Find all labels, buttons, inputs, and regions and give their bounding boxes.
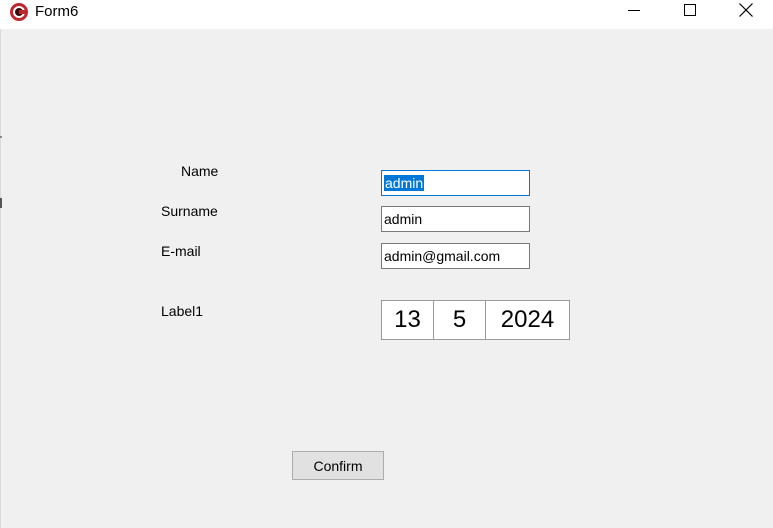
minimize-icon (627, 3, 640, 21)
name-label: Name (181, 163, 219, 179)
window-title: Form6 (35, 3, 79, 20)
surname-label: Surname (161, 203, 218, 219)
maximize-icon (683, 3, 696, 21)
name-field[interactable]: admin (381, 170, 530, 196)
date-year-field[interactable]: 2024 (486, 300, 570, 340)
email-field-value: admin@gmail.com (384, 248, 501, 264)
name-field-value: admin (384, 175, 425, 191)
app-logo-icon (9, 2, 29, 22)
surname-field-value: admin (384, 211, 423, 227)
date-month-field[interactable]: 5 (434, 300, 486, 340)
edge-marker (0, 198, 2, 208)
close-button[interactable] (718, 0, 773, 24)
surname-field[interactable]: admin (381, 206, 530, 232)
date-label: Label1 (161, 303, 204, 319)
email-label: E-mail (161, 243, 201, 259)
confirm-button-label: Confirm (313, 457, 363, 474)
title-bar: Form6 (0, 0, 773, 29)
date-picker[interactable]: 13 5 2024 (381, 300, 570, 340)
email-field[interactable]: admin@gmail.com (381, 243, 530, 269)
close-icon (738, 2, 753, 22)
date-day-field[interactable]: 13 (381, 300, 434, 340)
edge-marker (0, 136, 2, 138)
maximize-button[interactable] (662, 0, 717, 24)
minimize-button[interactable] (606, 0, 661, 24)
confirm-button[interactable]: Confirm (292, 451, 384, 480)
window-left-edge (0, 29, 1, 528)
